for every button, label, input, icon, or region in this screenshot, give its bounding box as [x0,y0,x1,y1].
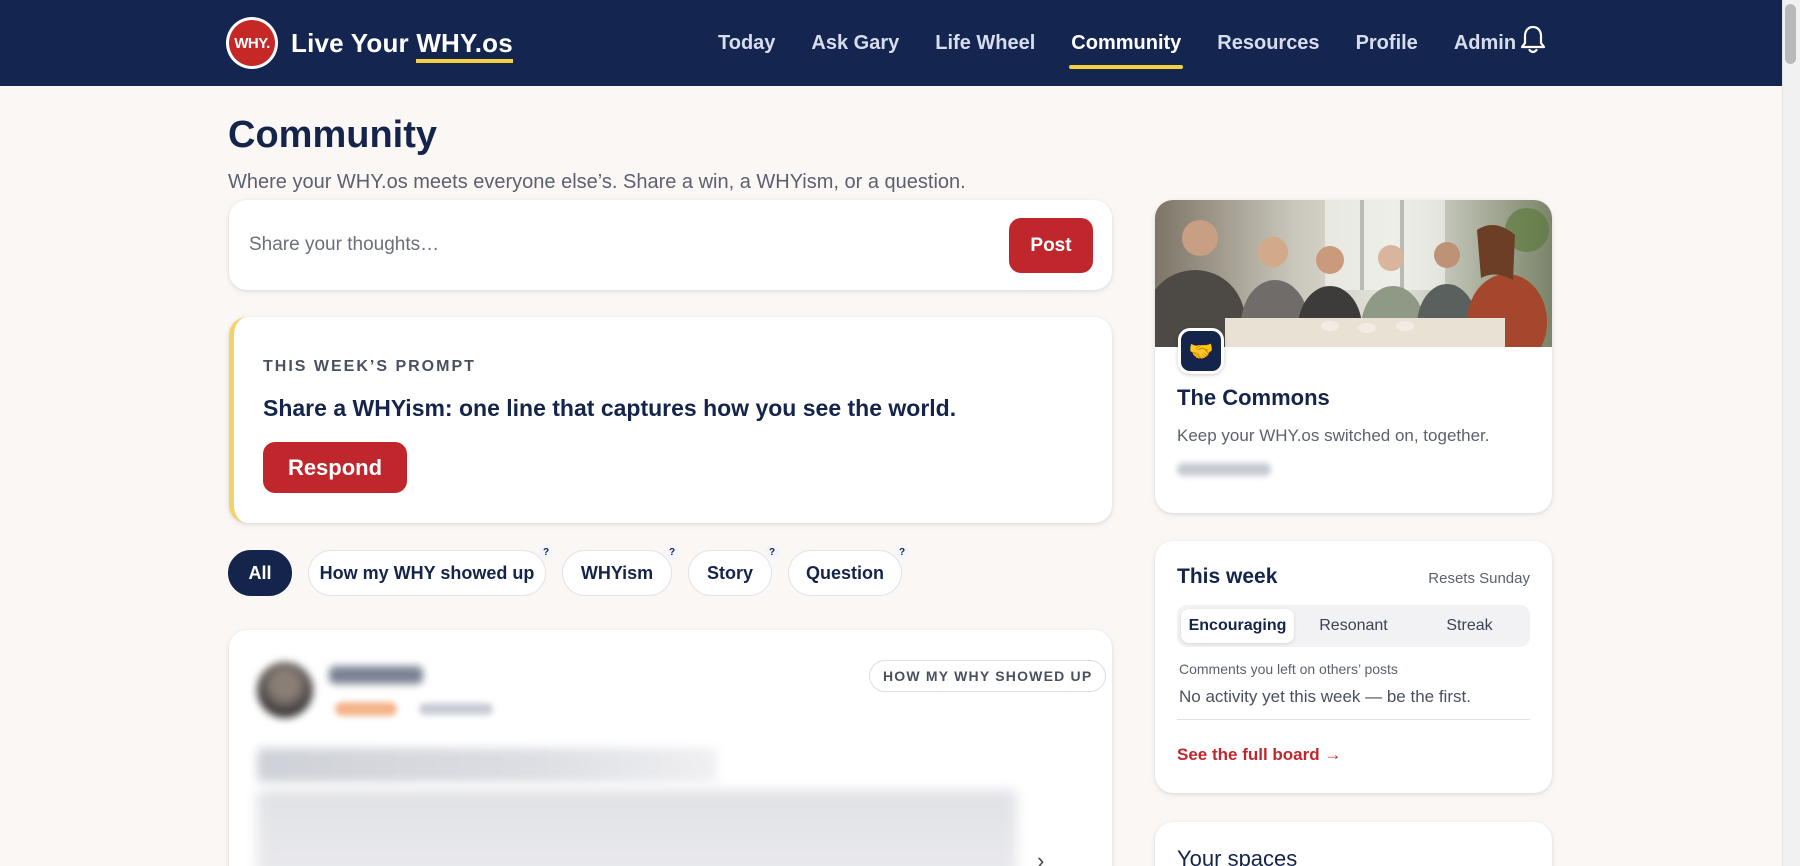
post-composer: Post [229,200,1112,290]
handshake-icon: 🤝 [1178,328,1224,374]
filter-chip-label: Question [805,562,884,583]
post-time-blurred [419,703,493,715]
author-name-blurred[interactable] [329,666,423,684]
help-icon[interactable]: ? [765,545,779,559]
tab-resonant[interactable]: Resonant [1297,609,1410,643]
bell-icon[interactable] [1518,24,1548,56]
commons-card[interactable]: 🤝 The Commons Keep your WHY.os switched … [1155,200,1552,513]
author-badge-blurred [335,702,397,716]
filter-chip-question[interactable]: Question ? [788,545,909,596]
nav-item-community[interactable]: Community [1069,0,1184,86]
feed-post[interactable]: HOW MY WHY SHOWED UP › [229,630,1112,866]
nav-item-today[interactable]: Today [718,0,775,86]
top-nav: WHY. Live Your WHY.os Today Ask Gary Lif… [0,0,1782,86]
see-full-board-link[interactable]: See the full board → [1177,745,1341,765]
members-count-blurred [1177,463,1271,476]
avatar[interactable] [257,662,313,718]
brand-name-prefix: Live Your [291,27,409,58]
community-photo [1155,200,1552,347]
brand-logo-text: WHY. [229,20,275,66]
chevron-right-icon[interactable]: › [1037,848,1044,866]
commons-title: The Commons [1177,385,1330,410]
commons-description: Keep your WHY.os switched on, together. [1177,426,1490,445]
nav-item-ask-gary[interactable]: Ask Gary [811,0,899,86]
page-title: Community [228,114,437,156]
resets-label: Resets Sunday [1428,570,1530,587]
brand[interactable]: WHY. Live Your WHY.os [226,17,513,69]
post-body-blurred [257,790,1017,866]
brand-logo: WHY. [226,17,278,69]
nav-item-life-wheel[interactable]: Life Wheel [935,0,1035,86]
nav-item-resources[interactable]: Resources [1217,0,1319,86]
post-button[interactable]: Post [1009,218,1093,273]
prompt-text: Share a WHYism: one line that captures h… [263,395,957,421]
post-title-blurred [257,748,717,782]
nav-item-admin[interactable]: Admin [1454,0,1516,86]
help-icon[interactable]: ? [895,545,909,559]
scrollbar-track[interactable] [1782,0,1800,866]
weekly-prompt-card: THIS WEEK’S PROMPT Share a WHYism: one l… [229,317,1112,523]
page-subtitle: Where your WHY.os meets everyone else’s.… [228,171,966,193]
scrollbar-thumb[interactable] [1785,4,1796,64]
tab-encouraging[interactable]: Encouraging [1181,609,1294,643]
this-week-title: This week [1177,565,1278,588]
filter-chip-label: How my WHY showed up [319,562,535,583]
filter-chip-how-my-why-showed-up[interactable]: How my WHY showed up ? [308,545,553,596]
filter-chip-label: WHYism [580,562,654,583]
week-empty-state: No activity yet this week — be the first… [1179,687,1471,706]
your-spaces-title: Your spaces [1177,846,1298,866]
help-icon[interactable]: ? [539,545,553,559]
nav-item-profile[interactable]: Profile [1356,0,1418,86]
help-icon[interactable]: ? [665,545,679,559]
your-spaces-card: Your spaces [1155,822,1552,866]
post-category-tag: HOW MY WHY SHOWED UP [869,660,1107,692]
this-week-card: This week Resets Sunday Encouraging Reso… [1155,541,1552,793]
tab-streak[interactable]: Streak [1413,609,1526,643]
week-caption: Comments you left on others’ posts [1179,661,1398,677]
filter-chip-whyism[interactable]: WHYism ? [562,545,679,596]
filter-chip-story[interactable]: Story ? [688,545,779,596]
filter-chip-label: Story [706,562,753,583]
prompt-label: THIS WEEK’S PROMPT [263,358,476,375]
filter-chip-all[interactable]: All [228,550,292,596]
divider [1177,719,1530,720]
filter-chip-label: All [248,562,272,583]
nav-items: Today Ask Gary Life Wheel Community Reso… [700,0,1534,86]
brand-name: Live Your WHY.os [291,27,513,63]
respond-button[interactable]: Respond [263,442,407,493]
leaderboard-tabs: Encouraging Resonant Streak [1177,605,1530,647]
brand-name-emph: WHY.os [416,27,513,63]
share-thoughts-input[interactable] [249,224,949,266]
